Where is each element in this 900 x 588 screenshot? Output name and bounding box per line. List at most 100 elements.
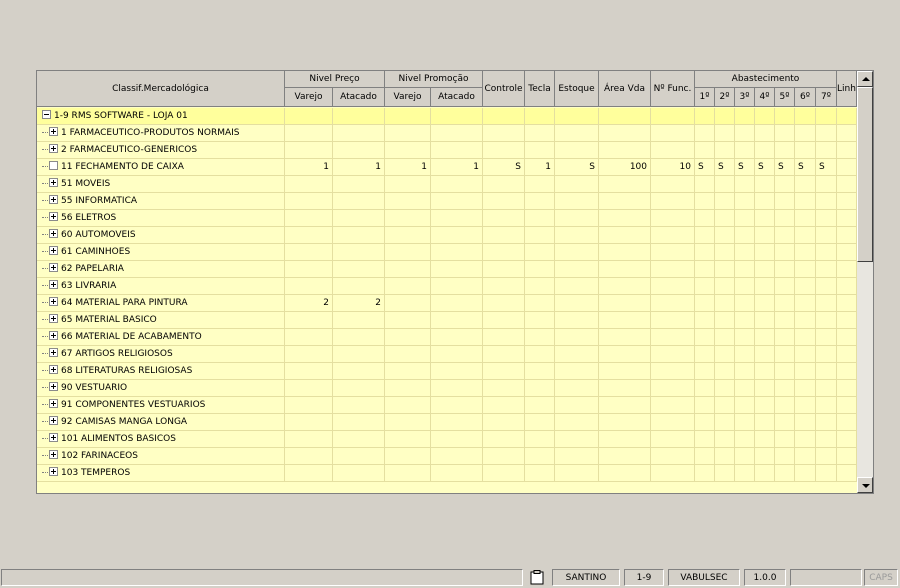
- cell-linha[interactable]: [837, 448, 857, 465]
- cell-abast-7[interactable]: [816, 346, 837, 363]
- row-name-cell[interactable]: 101 ALIMENTOS BASICOS: [37, 431, 285, 448]
- expand-icon[interactable]: [49, 178, 58, 187]
- cell-abast-1[interactable]: [695, 295, 715, 312]
- table-row[interactable]: 65 MATERIAL BASICO: [37, 312, 857, 329]
- cell-n-func[interactable]: [651, 346, 695, 363]
- cell-linha[interactable]: [837, 346, 857, 363]
- table-row[interactable]: 103 TEMPEROS: [37, 465, 857, 482]
- cell-estoque[interactable]: [555, 176, 599, 193]
- cell-abast-3[interactable]: [735, 363, 755, 380]
- cell-tecla[interactable]: [525, 244, 555, 261]
- cell-abast-7[interactable]: [816, 329, 837, 346]
- expand-icon[interactable]: [49, 144, 58, 153]
- cell-n-func[interactable]: [651, 295, 695, 312]
- row-name-cell[interactable]: 1 FARMACEUTICO-PRODUTOS NORMAIS: [37, 125, 285, 142]
- cell-promocao-atacado[interactable]: [431, 346, 483, 363]
- cell-preco-atacado[interactable]: [333, 227, 385, 244]
- col-header-promocao-atacado[interactable]: Atacado: [431, 88, 483, 107]
- table-row[interactable]: 68 LITERATURAS RELIGIOSAS: [37, 363, 857, 380]
- cell-area-vda[interactable]: [599, 244, 651, 261]
- cell-tecla[interactable]: [525, 363, 555, 380]
- cell-abast-5[interactable]: S: [775, 159, 795, 176]
- collapse-icon[interactable]: [42, 110, 51, 119]
- cell-promocao-varejo[interactable]: [385, 108, 431, 125]
- cell-abast-4[interactable]: [755, 142, 775, 159]
- col-header-linha[interactable]: Linha: [837, 71, 857, 107]
- cell-abast-3[interactable]: [735, 142, 755, 159]
- cell-abast-7[interactable]: [816, 363, 837, 380]
- cell-abast-6[interactable]: [795, 448, 816, 465]
- cell-n-func[interactable]: [651, 227, 695, 244]
- cell-linha[interactable]: [837, 261, 857, 278]
- cell-promocao-varejo[interactable]: [385, 278, 431, 295]
- cell-abast-4[interactable]: [755, 431, 775, 448]
- cell-abast-4[interactable]: [755, 329, 775, 346]
- col-header-promocao-varejo[interactable]: Varejo: [385, 88, 431, 107]
- cell-abast-7[interactable]: [816, 142, 837, 159]
- cell-abast-6[interactable]: [795, 397, 816, 414]
- cell-abast-2[interactable]: [715, 465, 735, 482]
- row-name-cell[interactable]: 67 ARTIGOS RELIGIOSOS: [37, 346, 285, 363]
- cell-preco-varejo[interactable]: 2: [285, 295, 333, 312]
- cell-abast-6[interactable]: [795, 346, 816, 363]
- cell-preco-varejo[interactable]: [285, 346, 333, 363]
- cell-linha[interactable]: [837, 431, 857, 448]
- cell-abast-6[interactable]: [795, 414, 816, 431]
- cell-n-func[interactable]: [651, 278, 695, 295]
- cell-promocao-atacado[interactable]: [431, 108, 483, 125]
- row-name-cell[interactable]: 68 LITERATURAS RELIGIOSAS: [37, 363, 285, 380]
- cell-estoque[interactable]: [555, 414, 599, 431]
- cell-abast-3[interactable]: [735, 176, 755, 193]
- cell-promocao-atacado[interactable]: [431, 278, 483, 295]
- cell-tecla[interactable]: [525, 465, 555, 482]
- cell-promocao-varejo[interactable]: [385, 261, 431, 278]
- cell-preco-varejo[interactable]: [285, 193, 333, 210]
- cell-preco-atacado[interactable]: [333, 397, 385, 414]
- cell-estoque[interactable]: [555, 329, 599, 346]
- table-row[interactable]: 1 FARMACEUTICO-PRODUTOS NORMAIS: [37, 125, 857, 142]
- table-row[interactable]: 90 VESTUARIO: [37, 380, 857, 397]
- cell-n-func[interactable]: [651, 312, 695, 329]
- cell-abast-7[interactable]: [816, 244, 837, 261]
- cell-abast-7[interactable]: [816, 261, 837, 278]
- vertical-scrollbar[interactable]: [857, 71, 873, 493]
- cell-abast-1[interactable]: [695, 363, 715, 380]
- cell-controle[interactable]: [483, 278, 525, 295]
- expand-icon[interactable]: [49, 263, 58, 272]
- table-row[interactable]: 91 COMPONENTES VESTUARIOS: [37, 397, 857, 414]
- cell-abast-2[interactable]: [715, 125, 735, 142]
- cell-linha[interactable]: [837, 159, 857, 176]
- cell-abast-4[interactable]: [755, 210, 775, 227]
- cell-n-func[interactable]: [651, 431, 695, 448]
- cell-area-vda[interactable]: [599, 397, 651, 414]
- cell-area-vda[interactable]: [599, 295, 651, 312]
- cell-preco-atacado[interactable]: [333, 193, 385, 210]
- table-row[interactable]: 11 FECHAMENTO DE CAIXA 1 1 1 1 S 1 S 100 10 S S S S S S…: [37, 159, 857, 176]
- table-row[interactable]: 60 AUTOMOVEIS: [37, 227, 857, 244]
- cell-preco-varejo[interactable]: [285, 261, 333, 278]
- cell-estoque[interactable]: [555, 295, 599, 312]
- cell-area-vda[interactable]: [599, 346, 651, 363]
- cell-abast-4[interactable]: [755, 227, 775, 244]
- cell-promocao-atacado[interactable]: 1: [431, 159, 483, 176]
- cell-promocao-atacado[interactable]: [431, 380, 483, 397]
- cell-promocao-varejo[interactable]: [385, 193, 431, 210]
- cell-abast-4[interactable]: [755, 176, 775, 193]
- cell-abast-6[interactable]: [795, 329, 816, 346]
- cell-abast-1[interactable]: [695, 465, 715, 482]
- col-header-abast-7[interactable]: 7º: [816, 88, 837, 107]
- cell-controle[interactable]: [483, 312, 525, 329]
- cell-preco-varejo[interactable]: [285, 244, 333, 261]
- cell-abast-2[interactable]: [715, 142, 735, 159]
- cell-preco-atacado[interactable]: [333, 244, 385, 261]
- cell-estoque[interactable]: [555, 261, 599, 278]
- cell-controle[interactable]: [483, 227, 525, 244]
- expand-icon[interactable]: [49, 297, 58, 306]
- cell-preco-atacado[interactable]: [333, 414, 385, 431]
- cell-abast-5[interactable]: [775, 380, 795, 397]
- cell-preco-atacado[interactable]: [333, 346, 385, 363]
- cell-promocao-atacado[interactable]: [431, 261, 483, 278]
- cell-promocao-varejo[interactable]: [385, 431, 431, 448]
- cell-abast-6[interactable]: [795, 363, 816, 380]
- cell-estoque[interactable]: [555, 193, 599, 210]
